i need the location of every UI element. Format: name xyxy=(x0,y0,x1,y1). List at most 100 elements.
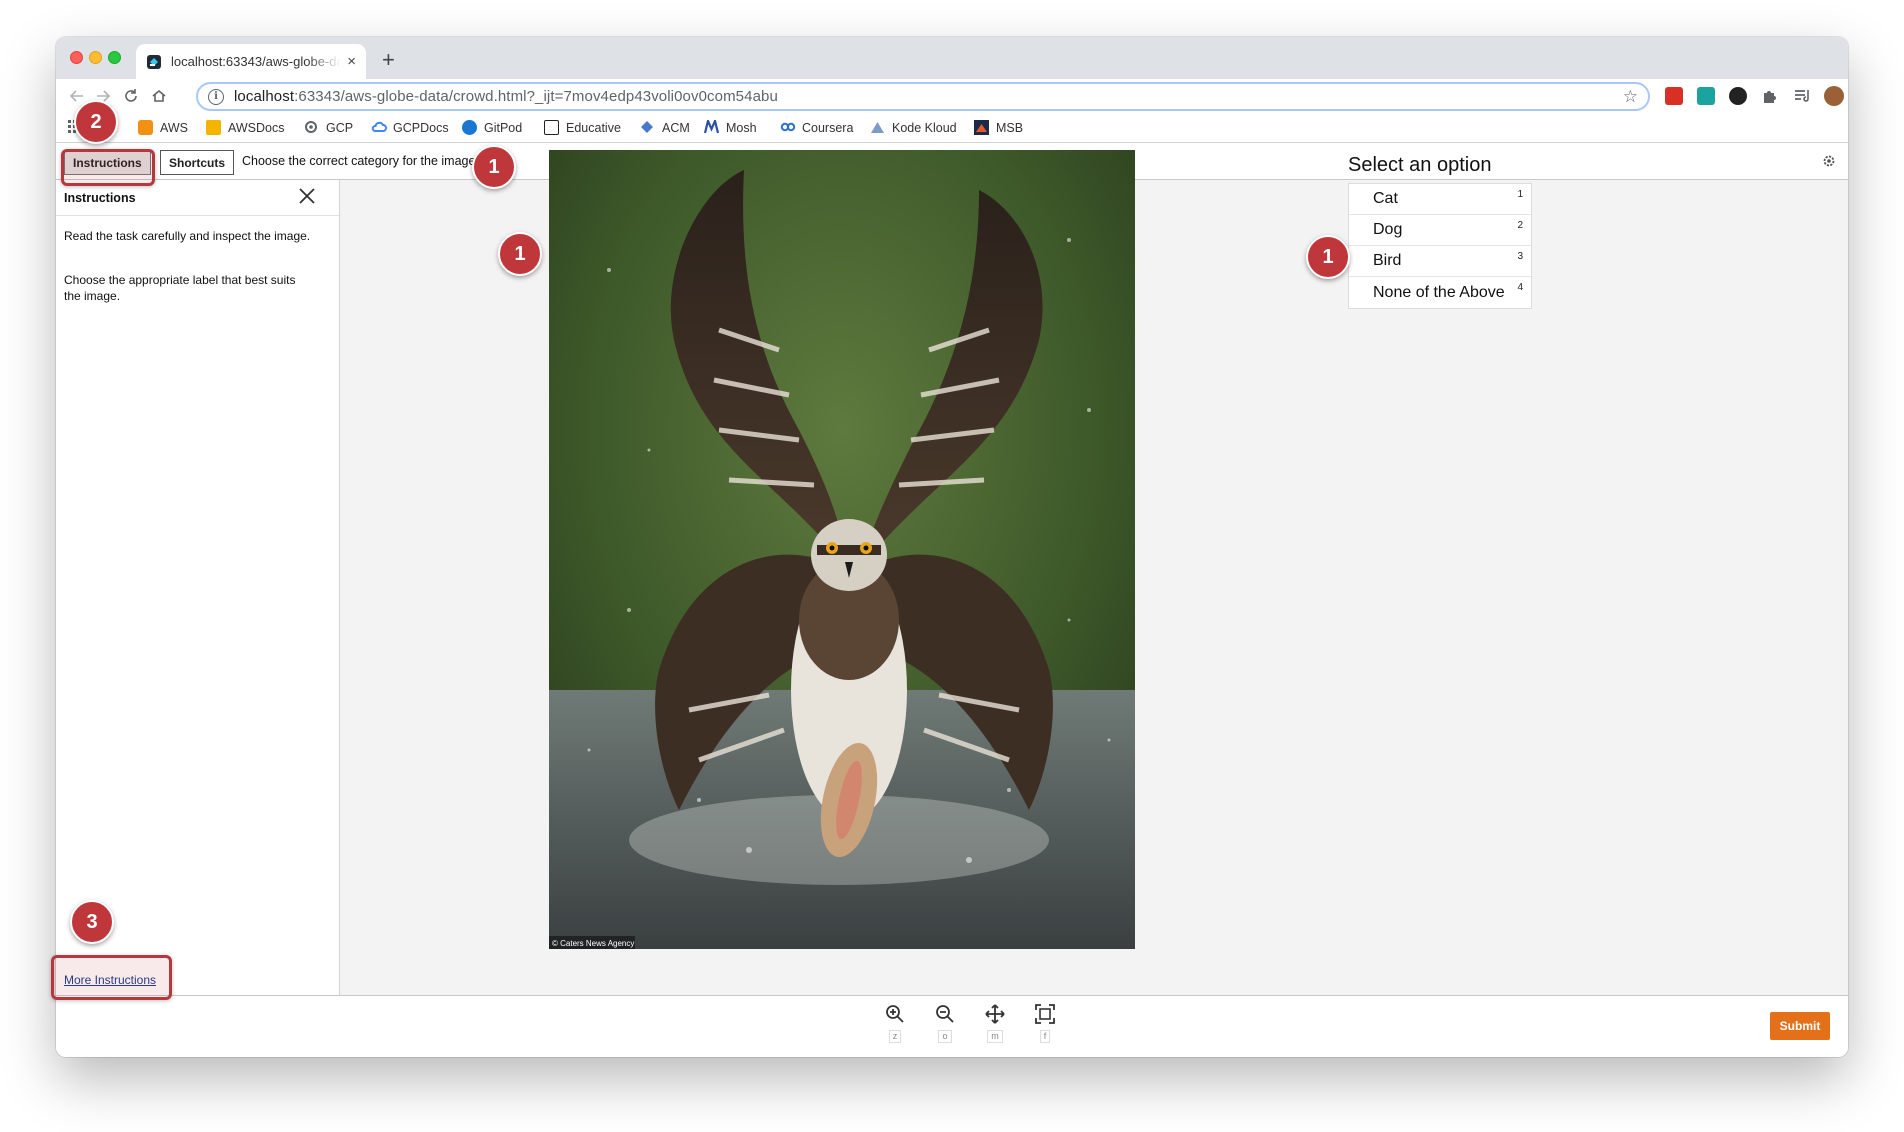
teal-extension-icon[interactable] xyxy=(1697,87,1715,105)
bookmark-label: Educative xyxy=(566,120,621,135)
image-credit: © Caters News Agency xyxy=(552,939,634,948)
browser-tab[interactable]: localhost:63343/aws-globe-data/crowd.htm… xyxy=(136,44,366,79)
diamond-icon xyxy=(640,120,655,135)
bookmark-aws[interactable]: AWS xyxy=(138,120,188,135)
zoom-out-icon xyxy=(930,1004,960,1024)
task-page: Instructions Shortcuts Choose the correc… xyxy=(56,144,1848,1057)
shortcut-key: o xyxy=(938,1030,952,1043)
close-icon[interactable] xyxy=(297,186,317,206)
fit-icon xyxy=(1030,1004,1060,1024)
reload-icon[interactable] xyxy=(120,85,142,107)
option-none-of-the-above[interactable]: None of the Above 4 xyxy=(1349,277,1531,308)
bookmark-star-icon[interactable]: ☆ xyxy=(1623,87,1638,107)
option-label: Cat xyxy=(1373,190,1398,207)
url-host: localhost xyxy=(234,88,295,105)
bookmark-acm[interactable]: ACM xyxy=(640,120,690,135)
osprey-photo: © Caters News Agency xyxy=(549,150,1135,949)
instructions-highlight xyxy=(61,149,155,186)
bookmark-gitpod[interactable]: GitPod xyxy=(462,120,522,135)
puzzle-extensions-icon[interactable] xyxy=(1761,87,1779,105)
lastpass-extension-icon[interactable] xyxy=(1665,87,1683,105)
option-panel: Select an option Cat 1 Dog 2 Bird 3 None of… xyxy=(1348,154,1532,309)
bookmark-label: Mosh xyxy=(726,120,757,135)
callout-options: 1 xyxy=(1306,235,1350,279)
tab-strip: localhost:63343/aws-globe-data/crowd.htm… xyxy=(56,37,1848,79)
instruction-paragraph: Read the task carefully and inspect the … xyxy=(64,229,311,243)
option-dog[interactable]: Dog 2 xyxy=(1349,215,1531,246)
bookmark-label: AWS xyxy=(160,120,189,135)
option-bird[interactable]: Bird 3 xyxy=(1349,246,1531,277)
tab-title: localhost:63343/aws-globe-data/crowd.htm… xyxy=(171,54,342,69)
settings-gear-icon[interactable] xyxy=(1822,154,1836,168)
browser-window: localhost:63343/aws-globe-data/crowd.htm… xyxy=(56,37,1848,1057)
bookmark-label: GCP xyxy=(326,120,354,135)
shortcut-key: z xyxy=(888,1030,902,1043)
msb-icon xyxy=(974,120,989,135)
site-info-icon[interactable]: i xyxy=(208,88,224,105)
move-button[interactable]: m xyxy=(980,1004,1010,1044)
terminal-icon xyxy=(544,120,559,135)
maximize-window-button[interactable] xyxy=(108,51,121,64)
coursera-icon xyxy=(780,120,796,135)
instructions-panel: Instructions Read the task carefully and… xyxy=(56,180,340,995)
option-label: None of the Above xyxy=(1373,283,1505,301)
option-list: Cat 1 Dog 2 Bird 3 None of the Above 4 xyxy=(1348,183,1532,309)
aws-icon xyxy=(138,120,153,135)
bookmark-label: GCPDocs xyxy=(393,120,449,135)
address-bar[interactable]: i localhost:63343/aws-globe-data/crowd.h… xyxy=(196,82,1650,111)
bookmark-gcpdocs[interactable]: GCPDocs xyxy=(371,120,449,135)
bookmark-mosh[interactable]: Mosh xyxy=(703,117,757,135)
callout-instructions: 2 xyxy=(74,100,118,144)
bookmark-label: Kode Kloud xyxy=(892,120,957,135)
gear-icon xyxy=(304,120,319,135)
more-instructions-highlight xyxy=(51,955,172,1000)
bookmark-educative[interactable]: Educative xyxy=(544,120,621,135)
bookmark-label: AWSDocs xyxy=(228,120,285,135)
move-icon xyxy=(980,1004,1010,1024)
bookmark-label: Coursera xyxy=(802,120,854,135)
option-shortcut: 3 xyxy=(1517,251,1523,262)
option-label: Dog xyxy=(1373,221,1403,238)
shortcut-key: f xyxy=(1039,1030,1051,1043)
bookmark-msb[interactable]: MSB xyxy=(974,120,1023,135)
browser-toolbar: i localhost:63343/aws-globe-data/crowd.h… xyxy=(56,79,1848,115)
tab-close-icon[interactable]: × xyxy=(347,54,356,69)
zoom-out-button[interactable]: o xyxy=(930,1004,960,1044)
dark-extension-icon[interactable] xyxy=(1729,87,1747,105)
bookmark-coursera[interactable]: Coursera xyxy=(780,120,853,135)
callout-image: 1 xyxy=(498,232,542,276)
home-icon[interactable] xyxy=(148,85,170,107)
folder-icon xyxy=(206,120,221,135)
image-toolbar: z o m f Submit xyxy=(56,995,1848,1057)
new-tab-button[interactable]: + xyxy=(382,49,395,71)
submit-button[interactable]: Submit xyxy=(1770,1012,1830,1040)
close-window-button[interactable] xyxy=(70,51,83,64)
bookmarks-bar: AWS AWSDocs GCP GCPDocs GitPod Educative… xyxy=(56,115,1848,143)
callout-more-instructions: 3 xyxy=(70,900,114,944)
task-image[interactable]: © Caters News Agency xyxy=(549,150,1135,949)
shortcuts-tab-button[interactable]: Shortcuts xyxy=(160,150,235,175)
task-prompt: Choose the correct category for the imag… xyxy=(242,154,479,168)
instructions-panel-title: Instructions xyxy=(64,191,136,205)
bookmark-label: MSB xyxy=(996,120,1024,135)
cloud-icon xyxy=(371,120,387,135)
option-shortcut: 1 xyxy=(1517,189,1523,200)
gitpod-icon xyxy=(462,120,477,135)
bookmark-awsdocs[interactable]: AWSDocs xyxy=(206,120,285,135)
callout-prompt: 1 xyxy=(472,145,516,189)
options-title: Select an option xyxy=(1348,154,1492,176)
option-cat[interactable]: Cat 1 xyxy=(1349,184,1531,215)
profile-avatar[interactable] xyxy=(1824,86,1844,106)
bookmark-gcp[interactable]: GCP xyxy=(304,120,353,135)
minimize-window-button[interactable] xyxy=(89,51,102,64)
zoom-in-button[interactable]: z xyxy=(880,1004,910,1044)
media-control-icon[interactable] xyxy=(1793,87,1811,105)
shortcut-key: m xyxy=(987,1030,1003,1043)
url-text: localhost:63343/aws-globe-data/crowd.htm… xyxy=(234,88,778,105)
mosh-icon xyxy=(703,117,720,135)
bookmark-kodekloud[interactable]: Kode Kloud xyxy=(870,120,957,135)
fit-button[interactable]: f xyxy=(1030,1004,1060,1044)
option-shortcut: 4 xyxy=(1517,282,1523,293)
option-shortcut: 2 xyxy=(1517,220,1523,231)
option-label: Bird xyxy=(1373,252,1402,269)
